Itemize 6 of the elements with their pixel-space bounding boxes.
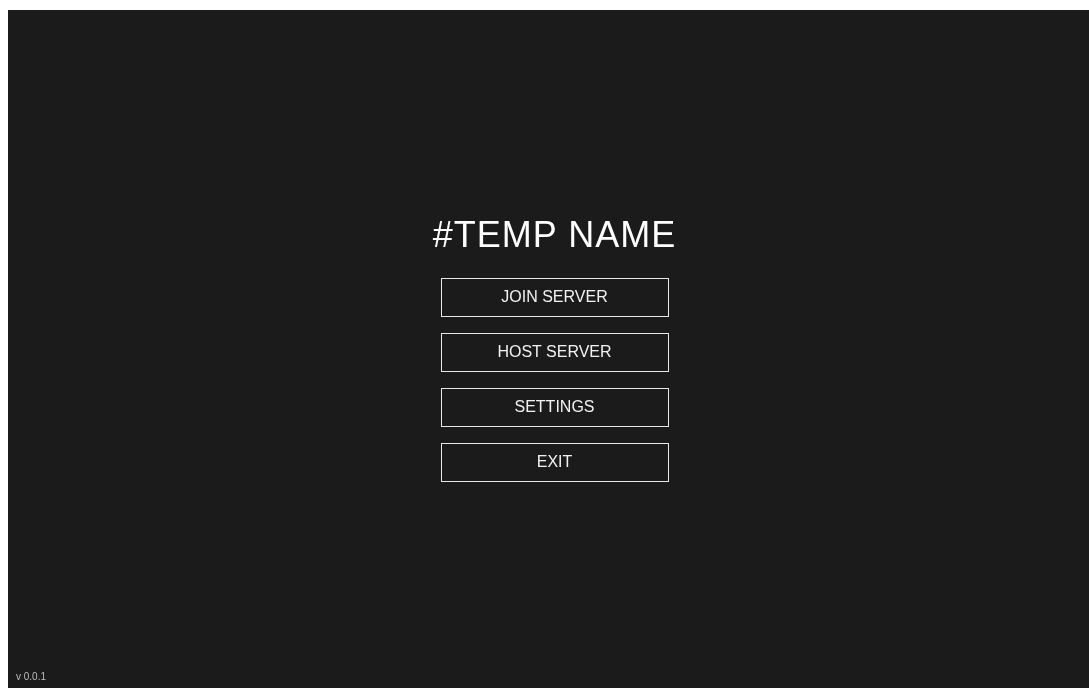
game-title: #TEMP NAME [432,212,677,257]
menu-button[interactable]: JOIN SERVER [440,277,669,317]
menu-button[interactable]: HOST SERVER [440,332,669,372]
version-label: v 0.0.1 [16,671,47,682]
menu-button[interactable]: EXIT [440,442,669,482]
menu-button[interactable]: SETTINGS [440,387,669,427]
